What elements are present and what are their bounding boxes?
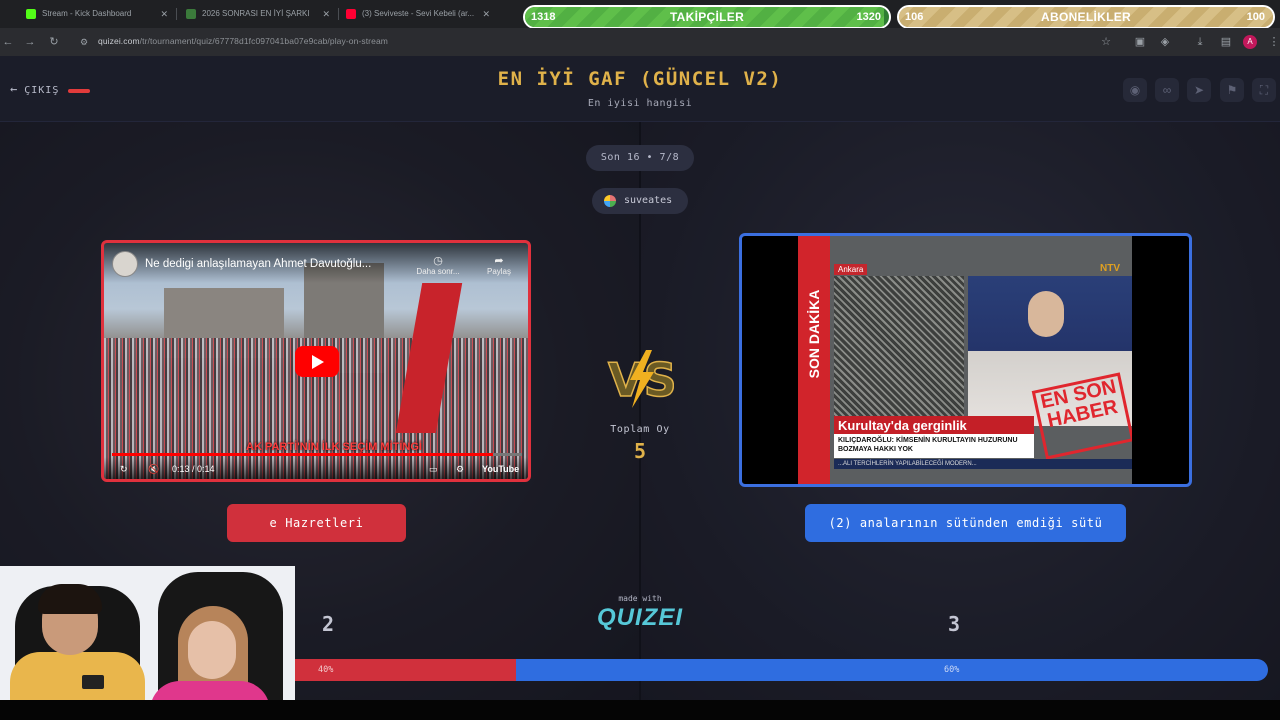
- user-avatar-icon: [604, 195, 616, 207]
- username: suveates: [624, 195, 673, 206]
- location-badge: Ankara: [834, 264, 868, 275]
- total-votes-label: Toplam Oy: [610, 424, 670, 435]
- tab-kick-dashboard[interactable]: Stream - Kick Dashboard ✕: [20, 4, 174, 24]
- download-icon[interactable]: ⤓: [1192, 34, 1208, 50]
- followers-target: 1320: [856, 11, 881, 23]
- right-vote-count: 3: [947, 612, 961, 636]
- page-title: EN İYİ GAF (GÜNCEL V2): [497, 68, 783, 90]
- close-icon[interactable]: ✕: [160, 4, 168, 24]
- total-votes-value: 5: [633, 439, 647, 463]
- mute-icon[interactable]: 🔇: [148, 464, 159, 475]
- left-option-button[interactable]: e Hazretleri: [227, 504, 406, 542]
- youtube-favicon-icon: [346, 9, 356, 19]
- browser-tab-bar: Stream - Kick Dashboard ✕ 2026 SONRASI E…: [0, 0, 1280, 29]
- tab-divider: [338, 8, 339, 20]
- reload-icon[interactable]: ↻: [46, 34, 62, 50]
- browser-address-bar: ← → ↻ ⚙ quizei.com/tr/tournament/quiz/67…: [0, 28, 1280, 56]
- menu-dots-icon[interactable]: ⋮: [1266, 34, 1280, 50]
- sidebar-icon[interactable]: ▤: [1218, 34, 1234, 50]
- followers-current: 1318: [531, 11, 556, 23]
- youtube-logo[interactable]: YouTube: [482, 464, 519, 474]
- send-icon[interactable]: ➤: [1187, 78, 1211, 102]
- subscribers-label: ABONELİKLER: [1041, 10, 1131, 24]
- channel-avatar[interactable]: [112, 251, 138, 277]
- speaker-head: [1028, 291, 1064, 337]
- url-path: /tr/tournament/quiz/67778d1fc097041ba07e…: [139, 36, 388, 46]
- subscribers-goal-bar: ABONELİKLER 106 100: [897, 5, 1275, 29]
- watch-later-label: Daha sonr...: [416, 267, 460, 276]
- page-subtitle: En iyisi hangisi: [587, 98, 693, 109]
- tab-label: 2026 SONRASI EN İYİ ŞARKI: [202, 9, 310, 18]
- eye-icon[interactable]: ◉: [1123, 78, 1147, 102]
- quiz-app: ← ÇIKIŞ EN İYİ GAF (GÜNCEL V2) En iyisi h…: [0, 56, 1280, 700]
- close-icon[interactable]: ✕: [322, 4, 330, 24]
- tab-divider: [176, 8, 177, 20]
- phone: [82, 675, 104, 689]
- right-vote-percent: 60%: [944, 665, 960, 675]
- forward-icon[interactable]: →: [22, 34, 38, 50]
- url-domain: quizei.com: [98, 36, 140, 46]
- fullscreen-icon[interactable]: ⛶: [1252, 78, 1276, 102]
- tab-label: Stream - Kick Dashboard: [42, 9, 132, 18]
- site-settings-icon[interactable]: ⚙: [76, 34, 92, 50]
- share-icon: ➦: [494, 255, 504, 267]
- bookmark-star-icon[interactable]: ☆: [1098, 34, 1114, 50]
- followers-label: TAKİPÇİLER: [669, 10, 745, 24]
- watch-later-button[interactable]: ◷ Daha sonr...: [414, 254, 462, 276]
- link-icon[interactable]: ∞: [1155, 78, 1179, 102]
- video-title[interactable]: Ne dedigi anlaşılamayan Ahmet Davutoğlu.…: [145, 258, 371, 270]
- bottom-letterbox: [0, 700, 1280, 720]
- flag-icon[interactable]: ⚑: [1220, 78, 1244, 102]
- webcam-overlay: [0, 566, 295, 700]
- left-vote-count: 2: [321, 612, 335, 636]
- profile-avatar[interactable]: A: [1243, 35, 1257, 49]
- clock-icon: ◷: [433, 255, 443, 267]
- close-icon[interactable]: ✕: [482, 4, 490, 24]
- video-time: 0:13 / 0:14: [172, 464, 215, 474]
- followers-goal-bar: TAKİPÇİLER 1318 1320: [523, 5, 891, 29]
- tab-song-quiz[interactable]: 2026 SONRASI EN İYİ ŞARKI ✕: [180, 4, 336, 24]
- left-vote-percent: 40%: [318, 665, 334, 675]
- current-user-pill: suveates: [592, 188, 688, 214]
- settings-gear-icon[interactable]: ⚙: [456, 464, 464, 475]
- url-field[interactable]: quizei.com/tr/tournament/quiz/67778d1fc0…: [98, 36, 388, 46]
- kick-favicon-icon: [26, 9, 36, 19]
- streamer-body: [10, 652, 145, 700]
- subscribers-current: 106: [905, 11, 924, 23]
- streamer-hair: [38, 584, 102, 614]
- versus-icon: VS: [607, 350, 674, 408]
- share-label: Paylaş: [486, 267, 511, 276]
- subscribers-target: 100: [1246, 11, 1265, 23]
- news-crowd: [834, 276, 964, 426]
- channel-logo: NTV: [1100, 263, 1120, 274]
- play-button[interactable]: [295, 346, 339, 377]
- right-option-button[interactable]: (2) analarının sütünden emdiği sütü: [805, 504, 1126, 542]
- puzzle-icon[interactable]: ◈: [1157, 34, 1173, 50]
- quiz-header: ← ÇIKIŞ EN İYİ GAF (GÜNCEL V2) En iyisi h…: [0, 56, 1280, 122]
- share-button[interactable]: ➦ Paylaş: [482, 254, 516, 276]
- subtitles-icon[interactable]: ▭: [429, 464, 438, 475]
- cohost-body: [150, 681, 270, 700]
- cohost-head: [188, 621, 236, 679]
- round-indicator: Son 16 • 7/8: [586, 145, 694, 171]
- quiz-favicon-icon: [186, 9, 196, 19]
- replay-icon[interactable]: ↻: [120, 464, 128, 475]
- extension-icon[interactable]: ▣: [1132, 34, 1148, 50]
- tab-label: (3) Seviveste - Sevi Kebeli (ar...: [362, 9, 475, 18]
- tab-youtube-video[interactable]: (3) Seviveste - Sevi Kebeli (ar... ✕: [340, 4, 496, 24]
- back-icon[interactable]: ←: [0, 34, 16, 50]
- breaking-news-label: SON DAKİKA: [806, 289, 822, 379]
